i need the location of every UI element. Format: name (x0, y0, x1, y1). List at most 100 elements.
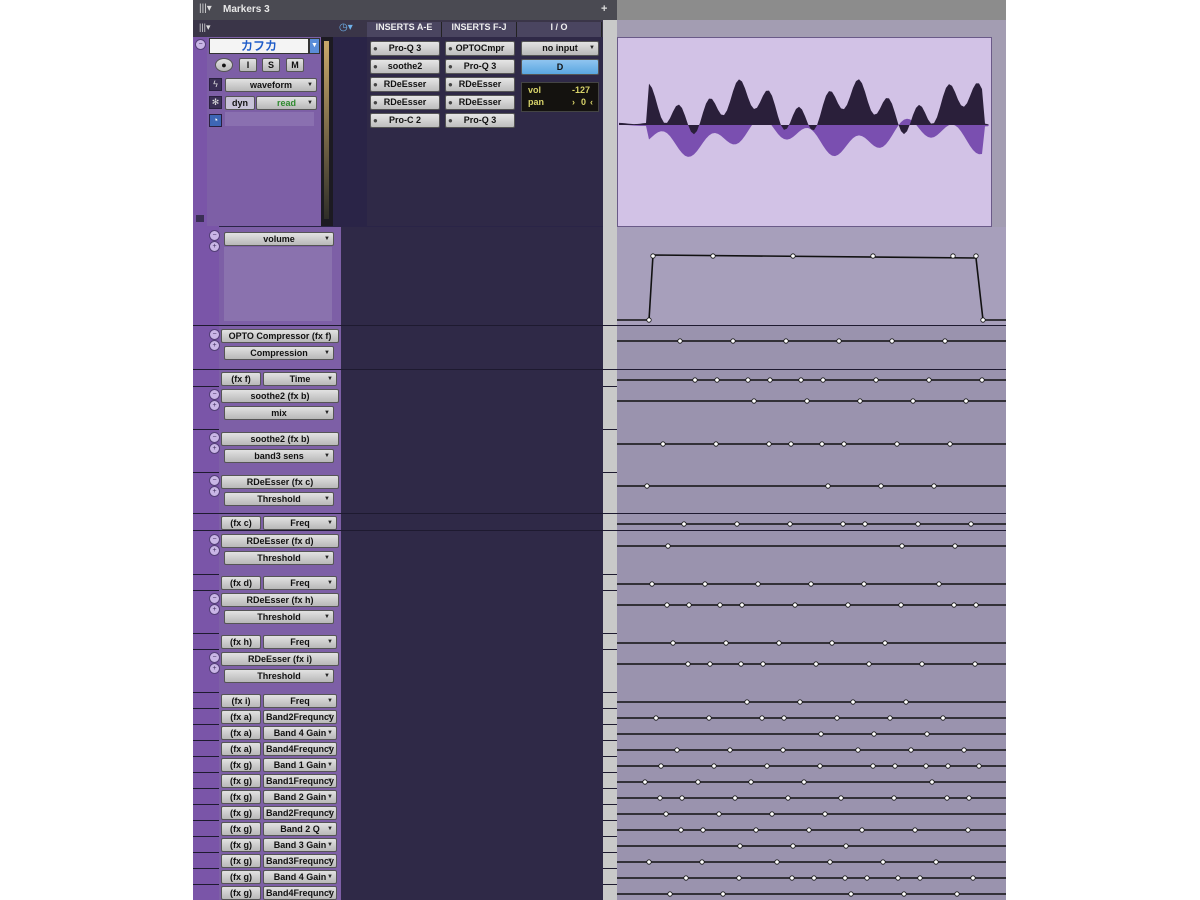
automation-breakpoint[interactable] (642, 779, 648, 785)
automation-breakpoint[interactable] (880, 859, 886, 865)
automation-breakpoint[interactable] (827, 859, 833, 865)
automation-breakpoint[interactable] (780, 747, 786, 753)
automation-breakpoint[interactable] (870, 763, 876, 769)
automation-breakpoint[interactable] (912, 827, 918, 833)
automation-breakpoint[interactable] (706, 715, 712, 721)
automation-breakpoint[interactable] (695, 779, 701, 785)
automation-breakpoint[interactable] (811, 875, 817, 881)
automation-breakpoint[interactable] (745, 377, 751, 383)
automation-breakpoint[interactable] (674, 747, 680, 753)
automation-breakpoint[interactable] (889, 338, 895, 344)
automation-breakpoint[interactable] (767, 377, 773, 383)
automation-breakpoint[interactable] (776, 640, 782, 646)
automation-breakpoint[interactable] (818, 731, 824, 737)
automation-breakpoint[interactable] (737, 843, 743, 849)
add-lane-icon[interactable]: + (209, 400, 220, 411)
remove-lane-icon[interactable]: − (209, 230, 220, 241)
automation-breakpoint[interactable] (699, 859, 705, 865)
automation-breakpoint[interactable] (898, 602, 904, 608)
automation-breakpoint[interactable] (727, 747, 733, 753)
automation-breakpoint[interactable] (838, 795, 844, 801)
automation-breakpoint[interactable] (829, 640, 835, 646)
automation-breakpoint[interactable] (976, 763, 982, 769)
automation-breakpoint[interactable] (873, 377, 879, 383)
automation-breakpoint[interactable] (822, 811, 828, 817)
automation-breakpoint[interactable] (730, 338, 736, 344)
automation-breakpoint[interactable] (806, 827, 812, 833)
automation-breakpoint[interactable] (723, 640, 729, 646)
automation-breakpoint[interactable] (797, 699, 803, 705)
automation-breakpoint[interactable] (751, 398, 757, 404)
automation-breakpoint[interactable] (717, 602, 723, 608)
volume-automation-line[interactable] (617, 254, 1006, 321)
automation-breakpoint[interactable] (834, 715, 840, 721)
automation-breakpoint[interactable] (857, 398, 863, 404)
automation-breakpoint[interactable] (657, 795, 663, 801)
automation-breakpoint[interactable] (923, 763, 929, 769)
automation-breakpoint[interactable] (871, 731, 877, 737)
automation-breakpoint[interactable] (973, 253, 979, 259)
automation-breakpoint[interactable] (850, 699, 856, 705)
automation-breakpoint[interactable] (787, 521, 793, 527)
automation-breakpoint[interactable] (931, 483, 937, 489)
automation-breakpoint[interactable] (813, 661, 819, 667)
automation-breakpoint[interactable] (759, 715, 765, 721)
automation-breakpoint[interactable] (895, 875, 901, 881)
add-lane-icon[interactable]: + (209, 486, 220, 497)
automation-breakpoint[interactable] (653, 715, 659, 721)
automation-breakpoint[interactable] (681, 521, 687, 527)
automation-breakpoint[interactable] (968, 521, 974, 527)
automation-breakpoint[interactable] (942, 338, 948, 344)
automation-breakpoint[interactable] (866, 661, 872, 667)
automation-breakpoint[interactable] (970, 875, 976, 881)
automation-breakpoint[interactable] (736, 875, 742, 881)
automation-breakpoint[interactable] (714, 377, 720, 383)
automation-breakpoint[interactable] (686, 602, 692, 608)
automation-breakpoint[interactable] (936, 581, 942, 587)
automation-breakpoint[interactable] (692, 377, 698, 383)
automation-breakpoint[interactable] (774, 859, 780, 865)
automation-breakpoint[interactable] (845, 602, 851, 608)
automation-breakpoint[interactable] (707, 661, 713, 667)
automation-breakpoint[interactable] (764, 763, 770, 769)
automation-breakpoint[interactable] (862, 521, 868, 527)
automation-breakpoint[interactable] (963, 398, 969, 404)
automation-breakpoint[interactable] (979, 377, 985, 383)
automation-breakpoint[interactable] (819, 441, 825, 447)
automation-breakpoint[interactable] (951, 602, 957, 608)
automation-breakpoint[interactable] (739, 602, 745, 608)
automation-breakpoint[interactable] (650, 253, 656, 259)
automation-breakpoint[interactable] (700, 827, 706, 833)
automation-breakpoint[interactable] (683, 875, 689, 881)
automation-breakpoint[interactable] (798, 377, 804, 383)
automation-breakpoint[interactable] (808, 581, 814, 587)
automation-breakpoint[interactable] (965, 827, 971, 833)
automation-breakpoint[interactable] (887, 715, 893, 721)
automation-breakpoint[interactable] (667, 891, 673, 897)
automation-breakpoint[interactable] (760, 661, 766, 667)
automation-breakpoint[interactable] (644, 483, 650, 489)
automation-breakpoint[interactable] (972, 661, 978, 667)
automation-breakpoint[interactable] (966, 795, 972, 801)
automation-breakpoint[interactable] (848, 891, 854, 897)
automation-breakpoint[interactable] (790, 253, 796, 259)
remove-lane-icon[interactable]: − (209, 593, 220, 604)
automation-breakpoint[interactable] (910, 398, 916, 404)
automation-breakpoint[interactable] (841, 441, 847, 447)
automation-breakpoint[interactable] (855, 747, 861, 753)
automation-breakpoint[interactable] (711, 763, 717, 769)
remove-lane-icon[interactable]: − (209, 652, 220, 663)
automation-breakpoint[interactable] (744, 699, 750, 705)
automation-breakpoint[interactable] (710, 253, 716, 259)
add-lane-icon[interactable]: + (209, 545, 220, 556)
automation-breakpoint[interactable] (646, 859, 652, 865)
automation-breakpoint[interactable] (769, 811, 775, 817)
automation-breakpoint[interactable] (878, 483, 884, 489)
automation-breakpoint[interactable] (947, 441, 953, 447)
remove-lane-icon[interactable]: − (209, 475, 220, 486)
automation-breakpoint[interactable] (678, 827, 684, 833)
automation-breakpoint[interactable] (933, 859, 939, 865)
automation-breakpoint[interactable] (899, 543, 905, 549)
automation-breakpoint[interactable] (940, 715, 946, 721)
automation-breakpoint[interactable] (716, 811, 722, 817)
